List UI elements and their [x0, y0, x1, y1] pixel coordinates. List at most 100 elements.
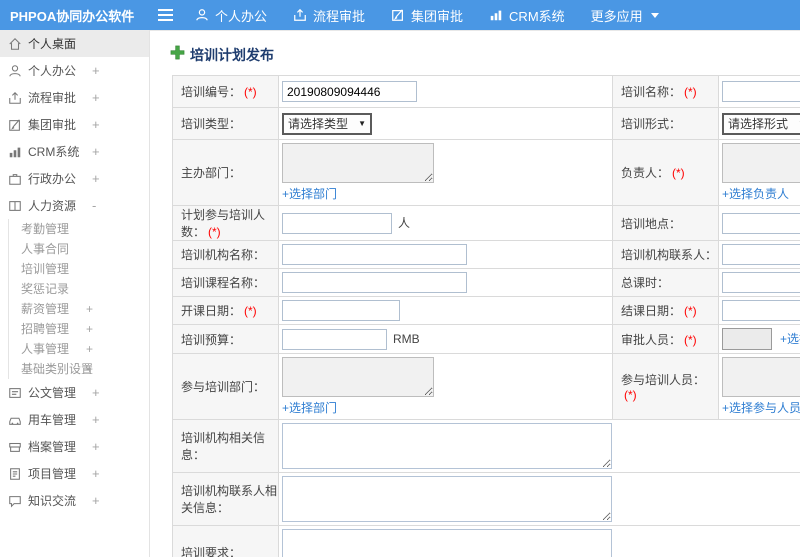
user-icon: [8, 64, 22, 78]
sidebar-item-admin-office[interactable]: 行政办公 +: [0, 165, 149, 192]
approver-input[interactable]: [722, 328, 772, 350]
sidebar-subitem-personnel[interactable]: 人事管理 +: [9, 339, 149, 359]
form-row: 培训类型： 请选择类型 ▼ 培训形式： 请选择形式 ▼: [172, 107, 800, 140]
chart-icon: [489, 8, 503, 22]
org-contact-info-textarea[interactable]: [282, 476, 612, 522]
org-info-textarea[interactable]: [282, 423, 612, 469]
leader-textarea[interactable]: [722, 143, 800, 183]
training-name-input[interactable]: [722, 81, 800, 102]
expand-toggle[interactable]: +: [92, 117, 100, 132]
top-nav: 个人办公 流程审批 集团审批 CRM系统 更多应用: [195, 6, 659, 25]
required-marker: (*): [684, 332, 697, 347]
sidebar-item-personal-desktop[interactable]: 个人桌面: [0, 30, 149, 57]
total-hours-input[interactable]: [722, 272, 800, 293]
training-no-input[interactable]: [282, 81, 417, 102]
form-row: 计划参与培训人数： (*) 人 培训地点：: [172, 205, 800, 241]
sidebar-subitem-recruit[interactable]: 招聘管理 +: [9, 319, 149, 339]
field-label: 参与培训部门：: [181, 380, 266, 394]
sidebar-subitem-salary[interactable]: 薪资管理 +: [9, 299, 149, 319]
briefcase-icon: [8, 172, 22, 186]
sidebar-item-knowledge[interactable]: 知识交流 +: [0, 487, 149, 514]
expand-toggle[interactable]: +: [92, 412, 100, 427]
expand-toggle[interactable]: +: [86, 319, 93, 339]
form-row: 培训机构名称： 培训机构联系人：: [172, 240, 800, 269]
expand-toggle[interactable]: +: [86, 359, 93, 379]
nav-label: CRM系统: [509, 8, 565, 24]
expand-toggle[interactable]: +: [92, 439, 100, 454]
field-label: 培训地点：: [621, 216, 682, 231]
sidebar-subitem-hr-contract[interactable]: 人事合同: [9, 239, 149, 259]
requirements-textarea[interactable]: [282, 529, 612, 557]
caret-down-icon: [650, 12, 659, 18]
main-content: 培训计划发布 培训编号：(*) 培训名称：(*) 培训类型： 请选择类型 ▼ 培…: [150, 30, 800, 557]
sidebar-subitem-label: 奖惩记录: [21, 282, 70, 296]
select-dept-link[interactable]: +选择部门: [282, 187, 337, 201]
field-label: 计划参与培训人数：: [181, 208, 266, 239]
sidebar-subitem-training[interactable]: 培训管理: [9, 259, 149, 279]
home-icon: [8, 37, 22, 51]
start-date-input[interactable]: [282, 300, 400, 321]
select-arrow-icon: ▼: [358, 119, 366, 128]
nav-personal-office[interactable]: 个人办公: [195, 6, 267, 25]
sidebar-item-crm[interactable]: CRM系统 +: [0, 138, 149, 165]
budget-input[interactable]: [282, 328, 387, 350]
expand-toggle[interactable]: +: [92, 90, 100, 105]
menu-toggle-icon[interactable]: [158, 9, 173, 21]
sidebar-subitem-base-category[interactable]: 基础类别设置 +: [9, 359, 149, 379]
location-input[interactable]: [722, 212, 800, 234]
nav-group-approval[interactable]: 集团审批: [391, 6, 463, 25]
edit-icon: [391, 8, 405, 22]
sidebar-item-project[interactable]: 项目管理 +: [0, 460, 149, 487]
select-join-people-link[interactable]: +选择参与人员: [722, 401, 800, 415]
field-label: 参与培训人员：: [621, 373, 706, 387]
host-dept-textarea[interactable]: [282, 143, 434, 183]
join-people-textarea[interactable]: [722, 357, 800, 397]
sidebar-subitem-attendance[interactable]: 考勤管理: [9, 219, 149, 239]
select-leader-link[interactable]: +选择负责人: [722, 187, 789, 201]
org-name-input[interactable]: [282, 244, 467, 265]
expand-toggle[interactable]: +: [92, 171, 100, 186]
sidebar-item-flow-approval[interactable]: 流程审批 +: [0, 84, 149, 111]
join-dept-textarea[interactable]: [282, 357, 434, 397]
end-date-input[interactable]: [722, 300, 800, 321]
required-marker: (*): [672, 166, 685, 180]
expand-toggle[interactable]: +: [92, 144, 100, 159]
org-contact-input[interactable]: [722, 244, 800, 265]
select-join-dept-link[interactable]: +选择部门: [282, 401, 337, 415]
archive-icon: [8, 440, 22, 454]
expand-toggle[interactable]: +: [92, 493, 100, 508]
sidebar-item-vehicle[interactable]: 用车管理 +: [0, 406, 149, 433]
select-approver-link[interactable]: +选择审批人员: [780, 332, 800, 346]
field-label: 审批人员：: [621, 332, 682, 347]
expand-toggle[interactable]: +: [92, 385, 100, 400]
sidebar-item-label: 个人办公: [28, 64, 77, 78]
expand-toggle[interactable]: +: [92, 63, 100, 78]
car-icon: [8, 413, 22, 427]
expand-toggle[interactable]: +: [92, 466, 100, 481]
sidebar-item-docs[interactable]: 公文管理 +: [0, 379, 149, 406]
field-label: 培训课程名称：: [181, 276, 266, 290]
sidebar-item-personal-office[interactable]: 个人办公 +: [0, 57, 149, 84]
collapse-toggle[interactable]: -: [92, 198, 96, 213]
expand-toggle[interactable]: +: [86, 299, 93, 319]
training-type-select[interactable]: 请选择类型 ▼: [282, 112, 372, 135]
nav-flow-approval[interactable]: 流程审批: [293, 6, 365, 25]
nav-crm-system[interactable]: CRM系统: [489, 6, 565, 25]
sidebar-subitem-label: 薪资管理: [21, 302, 70, 316]
field-label: 培训要求：: [181, 545, 242, 557]
nav-more-apps[interactable]: 更多应用: [591, 6, 659, 25]
expand-toggle[interactable]: +: [86, 339, 93, 359]
sidebar-subitem-rewards[interactable]: 奖惩记录: [9, 279, 149, 299]
nav-label: 集团审批: [411, 8, 464, 24]
field-label: 开课日期：: [181, 304, 242, 318]
sidebar-item-hr[interactable]: 人力资源 -: [0, 192, 149, 219]
planned-count-input[interactable]: [282, 212, 392, 234]
sidebar-item-archive[interactable]: 档案管理 +: [0, 433, 149, 460]
course-name-input[interactable]: [282, 272, 467, 293]
form-row: 培训预算： RMB 审批人员：(*) +选择审批人员: [172, 324, 800, 354]
sidebar-item-label: 个人桌面: [28, 37, 77, 51]
sidebar-item-group-approval[interactable]: 集团审批 +: [0, 111, 149, 138]
training-mode-select[interactable]: 请选择形式 ▼: [722, 112, 800, 135]
required-marker: (*): [624, 388, 637, 402]
field-label: 培训名称：: [621, 85, 682, 99]
